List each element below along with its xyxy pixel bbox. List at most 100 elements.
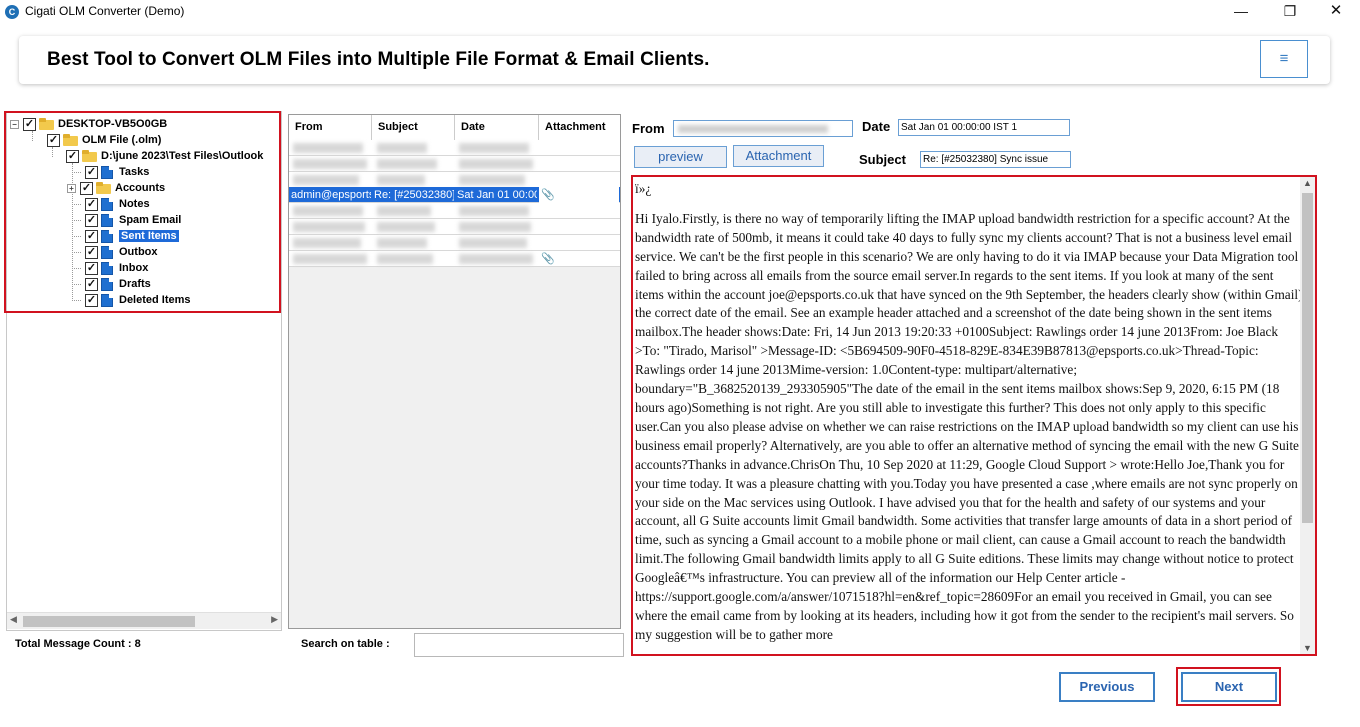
tree-connector xyxy=(72,220,81,221)
body-vertical-scrollbar[interactable]: ▲ ▼ xyxy=(1300,177,1315,654)
folder-blue-icon xyxy=(101,245,113,259)
date-label: Date xyxy=(862,119,891,134)
scroll-right-icon[interactable]: ▶ xyxy=(271,614,278,625)
collapse-icon[interactable]: − xyxy=(10,119,19,129)
tree-item-label: Sent Items xyxy=(119,230,179,242)
close-button[interactable]: ✕ xyxy=(1313,0,1359,24)
tree-item-deleted-items[interactable]: ✓ Deleted Items xyxy=(85,292,191,308)
hamburger-icon: ≡ xyxy=(1279,50,1289,67)
tree-checkbox[interactable]: ✓ xyxy=(80,181,93,195)
banner-title: Best Tool to Convert OLM Files into Mult… xyxy=(47,49,710,70)
tree-item-sent-items[interactable]: ✓ Sent Items xyxy=(85,228,179,244)
folder-icon xyxy=(63,134,78,147)
tree-item-tasks[interactable]: ✓ Tasks xyxy=(85,164,149,180)
cell-date: Sat Jan 01 00:00:00 IST 1 xyxy=(457,189,537,201)
table-row[interactable] xyxy=(289,203,620,219)
table-row[interactable] xyxy=(289,156,620,172)
tree-checkbox[interactable]: ✓ xyxy=(85,277,98,291)
app-logo-icon: C xyxy=(5,5,19,19)
preview-button[interactable]: preview xyxy=(634,146,727,168)
tree-horizontal-scrollbar[interactable]: ◀ ▶ xyxy=(7,612,281,629)
from-field[interactable] xyxy=(673,120,853,137)
tree-item-inbox[interactable]: ✓ Inbox xyxy=(85,260,148,276)
scrollbar-thumb[interactable] xyxy=(1302,193,1313,523)
folder-blue-icon xyxy=(101,197,113,211)
tree-checkbox[interactable]: ✓ xyxy=(66,149,79,163)
tree-item-notes[interactable]: ✓ Notes xyxy=(85,196,150,212)
scrollbar-thumb[interactable] xyxy=(23,616,195,627)
previous-button[interactable]: Previous xyxy=(1059,672,1155,702)
tree-checkbox[interactable]: ✓ xyxy=(85,165,98,179)
column-header-attachment[interactable]: Attachment xyxy=(539,115,620,140)
header-banner: Best Tool to Convert OLM Files into Mult… xyxy=(19,36,1330,84)
tree-item-outbox[interactable]: ✓ Outbox xyxy=(85,244,158,260)
tree-item-label: Outbox xyxy=(119,246,158,258)
maximize-button[interactable]: ❐ xyxy=(1267,0,1313,24)
search-input[interactable] xyxy=(414,633,624,657)
tree-item-label: DESKTOP-VB5O0GB xyxy=(58,118,168,130)
body-bom-text: ï»¿ xyxy=(635,181,652,196)
folder-icon xyxy=(96,182,111,195)
window-title: Cigati OLM Converter (Demo) xyxy=(25,4,185,18)
expand-icon[interactable]: + xyxy=(67,183,76,193)
tree-checkbox[interactable]: ✓ xyxy=(85,293,98,307)
search-label: Search on table : xyxy=(301,638,390,650)
scroll-down-icon[interactable]: ▼ xyxy=(1303,643,1312,653)
tree-item-accounts[interactable]: + ✓ Accounts xyxy=(67,180,165,196)
table-row[interactable] xyxy=(289,235,620,251)
tree-item-label: Spam Email xyxy=(119,214,182,226)
cell-from: admin@epsports.co.uk xyxy=(291,189,371,201)
attachment-icon: 📎 xyxy=(539,187,619,203)
folder-icon xyxy=(39,118,54,131)
date-field[interactable]: Sat Jan 01 00:00:00 IST 1 xyxy=(898,119,1070,136)
message-body-panel[interactable]: ï»¿ Hi Iyalo.Firstly, is there no way of… xyxy=(631,175,1317,656)
tree-checkbox[interactable]: ✓ xyxy=(85,245,98,259)
tree-item-path[interactable]: ✓ D:\june 2023\Test Files\Outlook xyxy=(66,148,280,164)
folder-blue-icon xyxy=(101,213,113,227)
tree-item-spam-email[interactable]: ✓ Spam Email xyxy=(85,212,181,228)
from-label: From xyxy=(632,121,665,136)
tree-connector xyxy=(72,172,81,173)
message-body-content: Hi Iyalo.Firstly, is there no way of tem… xyxy=(635,210,1303,642)
tree-connector xyxy=(72,236,81,237)
table-row[interactable] xyxy=(289,140,620,156)
column-header-from[interactable]: From xyxy=(289,115,372,140)
table-row[interactable] xyxy=(289,219,620,235)
tree-item-desktop[interactable]: − ✓ DESKTOP-VB5O0GB xyxy=(10,116,167,132)
tree-connector xyxy=(72,268,81,269)
column-header-date[interactable]: Date xyxy=(455,115,539,140)
table-row[interactable] xyxy=(289,172,620,188)
scroll-left-icon[interactable]: ◀ xyxy=(10,614,17,625)
tree-checkbox[interactable]: ✓ xyxy=(85,213,98,227)
table-row[interactable]: 📎 xyxy=(289,251,620,267)
next-button[interactable]: Next xyxy=(1181,672,1277,702)
folder-blue-icon xyxy=(101,229,113,243)
folder-icon xyxy=(82,150,97,163)
attachment-icon: 📎 xyxy=(541,253,555,265)
minimize-button[interactable]: — xyxy=(1218,0,1264,24)
scroll-up-icon[interactable]: ▲ xyxy=(1303,178,1312,188)
tree-connector xyxy=(32,131,33,141)
tree-item-label: Notes xyxy=(119,198,150,210)
hamburger-menu-button[interactable]: ≡ xyxy=(1260,40,1308,78)
tree-connector xyxy=(72,252,81,253)
tree-connector xyxy=(72,204,81,205)
tree-item-label: OLM File (.olm) xyxy=(82,134,162,146)
tree-checkbox[interactable]: ✓ xyxy=(85,197,98,211)
tree-checkbox[interactable]: ✓ xyxy=(23,117,36,131)
tree-connector xyxy=(72,300,81,301)
column-header-subject[interactable]: Subject xyxy=(372,115,455,140)
tree-checkbox[interactable]: ✓ xyxy=(85,261,98,275)
tree-checkbox[interactable]: ✓ xyxy=(47,133,60,147)
attachment-button[interactable]: Attachment xyxy=(733,145,824,167)
tree-item-label: Drafts xyxy=(119,278,151,290)
tree-item-label: D:\june 2023\Test Files\Outlook xyxy=(101,150,264,162)
subject-field[interactable]: Re: [#25032380] Sync issue xyxy=(920,151,1071,168)
tree-item-drafts[interactable]: ✓ Drafts xyxy=(85,276,151,292)
subject-label: Subject xyxy=(859,152,906,167)
table-row-selected[interactable]: admin@epsports.co.uk Re: [#25032380] Syn… xyxy=(289,187,620,203)
tree-item-olm-file[interactable]: ✓ OLM File (.olm) xyxy=(47,132,161,148)
folder-blue-icon xyxy=(101,277,113,291)
tree-item-label: Tasks xyxy=(119,166,150,178)
tree-checkbox[interactable]: ✓ xyxy=(85,229,98,243)
